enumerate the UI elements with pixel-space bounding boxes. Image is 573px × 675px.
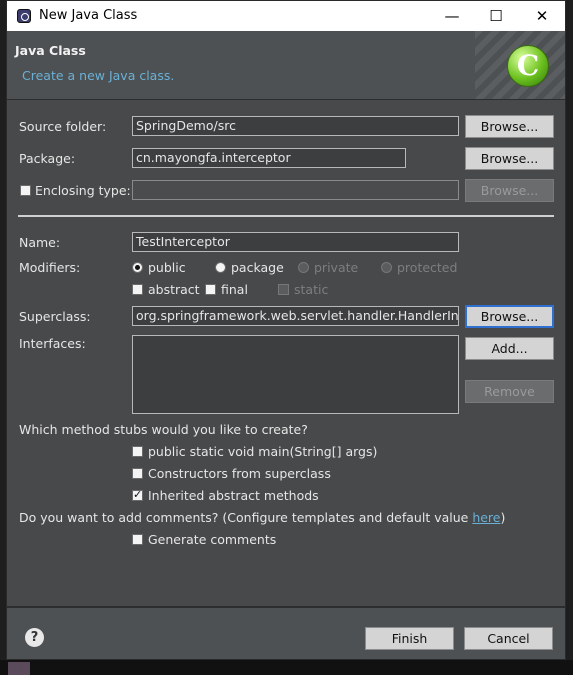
source-folder-label: Source folder: <box>19 119 107 134</box>
comments-question-text: Do you want to add comments? (Configure … <box>19 510 473 525</box>
public-radio-label: public <box>148 260 186 275</box>
abstract-checkbox[interactable] <box>132 284 143 295</box>
final-checkbox-label: final <box>221 282 248 297</box>
package-radio-label: package <box>231 260 284 275</box>
wizard-footer: ? Finish Cancel <box>7 608 565 659</box>
wizard-title: Java Class <box>15 43 86 58</box>
name-label: Name: <box>19 235 61 250</box>
modifiers-label: Modifiers: <box>19 260 81 275</box>
wizard-header: Java Class Create a new Java class. C <box>7 31 565 99</box>
protected-radio[interactable] <box>381 262 392 273</box>
interfaces-label: Interfaces: <box>19 336 86 351</box>
private-radio-label: private <box>314 260 359 275</box>
minimize-button[interactable]: — <box>437 5 467 27</box>
main-method-checkbox[interactable] <box>132 446 143 457</box>
superclass-field[interactable]: org.springframework.web.servlet.handler.… <box>132 306 459 326</box>
comments-question: Do you want to add comments? (Configure … <box>19 510 505 525</box>
source-folder-browse-button[interactable]: Browse... <box>465 115 554 138</box>
wizard-description: Create a new Java class. <box>22 68 175 83</box>
wizard-form: Source folder: SpringDemo/src Browse... … <box>7 100 565 606</box>
window-title: New Java Class <box>39 8 138 23</box>
inherited-methods-checkbox[interactable] <box>132 488 143 501</box>
close-button[interactable]: ✕ <box>527 5 557 27</box>
maximize-button[interactable]: ☐ <box>481 5 511 27</box>
enclosing-type-browse-button[interactable]: Browse... <box>465 179 554 202</box>
source-folder-field[interactable]: SpringDemo/src <box>132 116 459 136</box>
package-radio[interactable] <box>215 262 226 273</box>
configure-templates-link[interactable]: here <box>472 510 500 525</box>
new-java-class-dialog: New Java Class — ☐ ✕ Java Class Create a… <box>6 0 566 660</box>
generate-comments-checkbox[interactable] <box>132 534 143 545</box>
constructors-label: Constructors from superclass <box>148 466 331 481</box>
inherited-methods-label: Inherited abstract methods <box>148 488 319 503</box>
help-icon[interactable]: ? <box>25 628 44 647</box>
finish-button[interactable]: Finish <box>365 627 454 650</box>
java-class-logo-icon: C <box>507 45 549 87</box>
title-bar[interactable]: New Java Class — ☐ ✕ <box>7 1 565 31</box>
enclosing-type-label: Enclosing type: <box>35 183 131 198</box>
generate-comments-label: Generate comments <box>148 532 277 547</box>
final-checkbox[interactable] <box>205 284 216 295</box>
name-field[interactable]: TestInterceptor <box>132 232 459 252</box>
section-divider <box>18 215 554 217</box>
public-radio[interactable] <box>132 262 143 273</box>
eclipse-app-icon <box>17 9 31 23</box>
package-field[interactable]: cn.mayongfa.interceptor <box>132 148 406 168</box>
add-interface-button[interactable]: Add... <box>465 337 554 360</box>
superclass-browse-button[interactable]: Browse... <box>465 305 554 328</box>
enclosing-type-checkbox[interactable] <box>20 185 31 196</box>
package-label: Package: <box>19 151 76 166</box>
private-radio[interactable] <box>298 262 309 273</box>
remove-interface-button[interactable]: Remove <box>465 380 554 403</box>
abstract-checkbox-label: abstract <box>148 282 200 297</box>
cancel-button[interactable]: Cancel <box>464 627 553 650</box>
static-checkbox-label: static <box>294 282 329 297</box>
enclosing-type-field[interactable] <box>132 180 459 200</box>
constructors-checkbox[interactable] <box>132 468 143 479</box>
comments-question-suffix: ) <box>500 510 506 525</box>
static-checkbox[interactable] <box>278 284 289 295</box>
protected-radio-label: protected <box>397 260 458 275</box>
main-method-label: public static void main(String[] args) <box>148 444 378 459</box>
method-stubs-question: Which method stubs would you like to cre… <box>19 422 308 437</box>
package-browse-button[interactable]: Browse... <box>465 147 554 170</box>
taskbar-app-icon[interactable] <box>8 662 30 675</box>
interfaces-list[interactable] <box>132 335 459 414</box>
superclass-label: Superclass: <box>19 309 91 324</box>
taskbar <box>0 660 573 675</box>
